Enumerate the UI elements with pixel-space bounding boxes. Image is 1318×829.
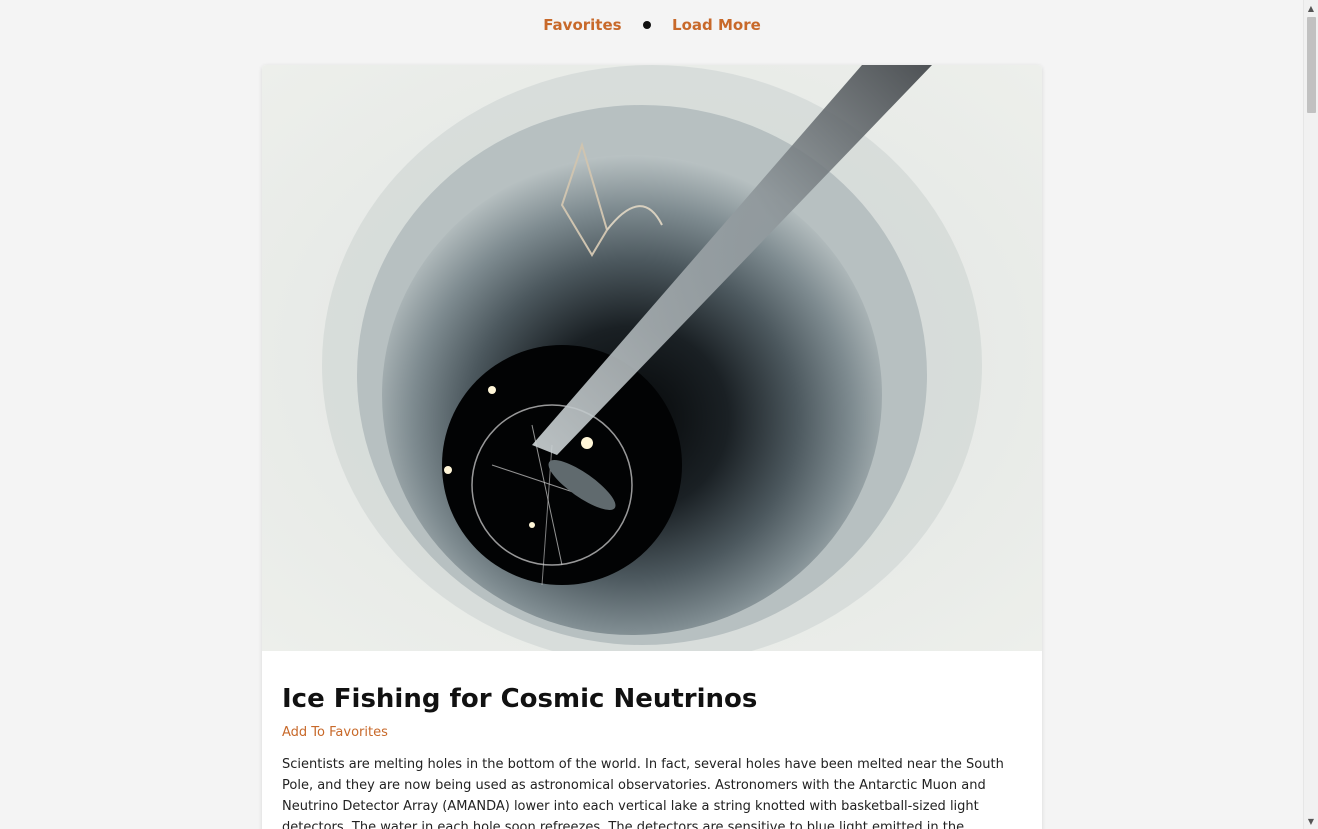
apod-card: Ice Fishing for Cosmic Neutrinos Add To … [262, 65, 1042, 829]
card-title: Ice Fishing for Cosmic Neutrinos [282, 684, 758, 714]
nav-separator-dot [642, 20, 651, 29]
card-image [262, 65, 1042, 651]
scroll-up-arrow-icon[interactable]: ▲ [1304, 2, 1318, 16]
add-to-favorites-link[interactable]: Add To Favorites [282, 725, 388, 740]
vertical-scrollbar[interactable]: ▲ ▼ [1303, 0, 1318, 829]
load-more-link[interactable]: Load More [672, 16, 761, 34]
favorites-link[interactable]: Favorites [543, 16, 621, 34]
page: Favorites Load More Ice Fishing for Cosm… [0, 0, 1318, 829]
top-nav: Favorites Load More [0, 14, 1304, 36]
card-body: Ice Fishing for Cosmic Neutrinos Add To … [262, 651, 1042, 829]
scroll-down-arrow-icon[interactable]: ▼ [1304, 815, 1318, 829]
scroll-thumb[interactable] [1307, 17, 1316, 113]
card-explanation: Scientists are melting holes in the bott… [282, 757, 1004, 829]
